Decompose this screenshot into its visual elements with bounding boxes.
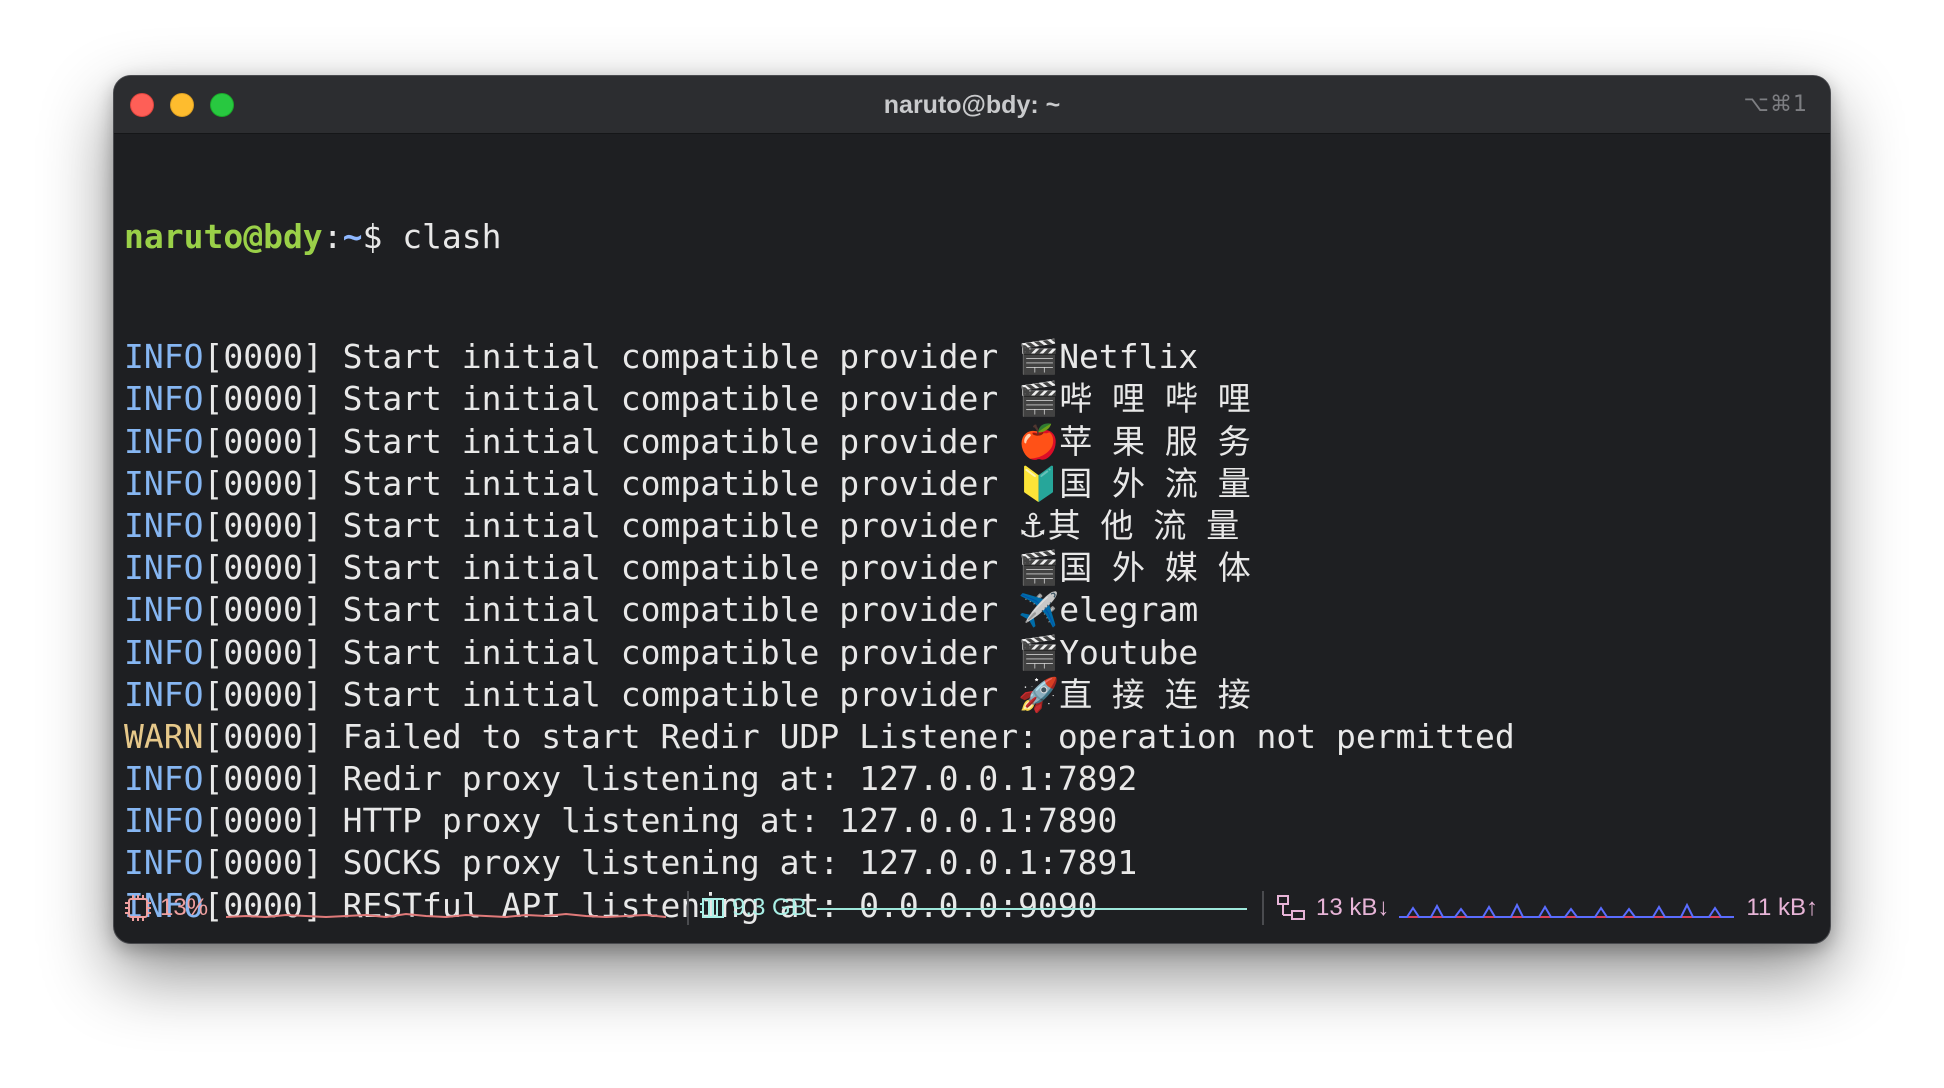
log-message: Start initial compatible provider bbox=[342, 548, 1019, 588]
log-line: INFO[0000] Start initial compatible prov… bbox=[124, 505, 1820, 547]
provider-emoji-icon: ✈️ bbox=[1018, 590, 1060, 630]
log-line: INFO[0000] Redir proxy listening at: 127… bbox=[124, 758, 1820, 800]
log-level: INFO bbox=[124, 759, 204, 799]
provider-name: 苹 果 服 务 bbox=[1059, 421, 1251, 461]
log-line: INFO[0000] Start initial compatible prov… bbox=[124, 463, 1820, 505]
prompt-command: clash bbox=[402, 217, 502, 256]
provider-name: Netflix bbox=[1059, 337, 1199, 377]
provider-emoji-icon: 🔰 bbox=[1018, 463, 1060, 503]
log-code: [0000] bbox=[203, 716, 323, 756]
log-line: INFO[0000] Start initial compatible prov… bbox=[124, 421, 1820, 463]
status-bar: 13% 9.3 GB 13 kB↓ 11 kB↑ bbox=[114, 873, 1830, 943]
log-code: [0000] bbox=[203, 674, 323, 714]
log-code: [0000] bbox=[203, 759, 323, 799]
log-line: WARN[0000] Failed to start Redir UDP Lis… bbox=[124, 716, 1820, 758]
log-line: INFO[0000] Start initial compatible prov… bbox=[124, 589, 1820, 631]
window-shortcut: ⌥⌘1 bbox=[1743, 92, 1808, 117]
cpu-icon bbox=[124, 894, 152, 922]
log-code: [0000] bbox=[203, 379, 323, 419]
status-divider bbox=[687, 891, 689, 925]
provider-emoji-icon: 🍎 bbox=[1018, 421, 1060, 461]
log-line: INFO[0000] Start initial compatible prov… bbox=[124, 674, 1820, 716]
provider-name: elegram bbox=[1059, 590, 1199, 630]
status-divider bbox=[1262, 891, 1264, 925]
provider-emoji-icon: 🎬 bbox=[1018, 337, 1060, 377]
log-message: Start initial compatible provider bbox=[342, 590, 1019, 630]
log-level: INFO bbox=[124, 463, 204, 503]
log-message: Start initial compatible provider bbox=[342, 505, 1019, 545]
prompt-separator: : bbox=[322, 217, 343, 256]
cpu-usage: 13% bbox=[160, 894, 209, 921]
provider-emoji-icon: 🎬 bbox=[1018, 548, 1060, 588]
log-level: INFO bbox=[124, 505, 204, 545]
memory-segment[interactable]: 9.3 GB bbox=[700, 873, 1247, 943]
provider-name: 国 外 媒 体 bbox=[1059, 548, 1251, 588]
log-code: [0000] bbox=[203, 505, 323, 545]
log-level: INFO bbox=[124, 632, 204, 672]
prompt-symbol: $ bbox=[362, 217, 383, 256]
provider-emoji-icon: 🚀 bbox=[1018, 674, 1060, 714]
log-message: Start initial compatible provider bbox=[342, 379, 1019, 419]
log-code: [0000] bbox=[203, 590, 323, 630]
log-message: Redir proxy listening at: 127.0.0.1:7892 bbox=[342, 759, 1138, 799]
network-icon bbox=[1276, 894, 1306, 922]
log-message: Start initial compatible provider bbox=[342, 463, 1019, 503]
log-code: [0000] bbox=[203, 632, 323, 672]
log-level: INFO bbox=[124, 801, 204, 841]
memory-icon bbox=[700, 896, 726, 920]
cpu-segment[interactable]: 13% bbox=[124, 873, 667, 943]
provider-name: 国 外 流 量 bbox=[1059, 463, 1251, 503]
log-line: INFO[0000] Start initial compatible prov… bbox=[124, 632, 1820, 674]
log-line: INFO[0000] HTTP proxy listening at: 127.… bbox=[124, 800, 1820, 842]
memory-sparkline bbox=[816, 908, 1247, 910]
log-code: [0000] bbox=[203, 421, 323, 461]
prompt-user-host: naruto@bdy bbox=[124, 217, 323, 256]
provider-emoji-icon: ⚓ bbox=[1018, 505, 1048, 545]
terminal-output[interactable]: naruto@bdy:~$ clash INFO[0000] Start ini… bbox=[124, 138, 1820, 925]
log-level: INFO bbox=[124, 337, 204, 377]
provider-emoji-icon: 🎬 bbox=[1018, 632, 1060, 672]
log-line: INFO[0000] Start initial compatible prov… bbox=[124, 547, 1820, 589]
provider-name: 直 接 连 接 bbox=[1059, 674, 1251, 714]
prompt-line: naruto@bdy:~$ clash bbox=[124, 216, 1820, 258]
cpu-sparkline bbox=[226, 912, 667, 919]
provider-name: 哔 哩 哔 哩 bbox=[1059, 379, 1251, 419]
log-code: [0000] bbox=[203, 463, 323, 503]
log-message: Start initial compatible provider bbox=[342, 674, 1019, 714]
prompt-path: ~ bbox=[342, 217, 363, 256]
log-message: Start initial compatible provider bbox=[342, 632, 1019, 672]
network-segment[interactable]: 13 kB↓ 11 kB↑ bbox=[1276, 873, 1818, 943]
memory-usage: 9.3 GB bbox=[732, 894, 807, 921]
log-level: INFO bbox=[124, 421, 204, 461]
log-message: Start initial compatible provider bbox=[342, 337, 1019, 377]
log-line: INFO[0000] Start initial compatible prov… bbox=[124, 336, 1820, 378]
provider-emoji-icon: 🎬 bbox=[1018, 379, 1060, 419]
log-level: INFO bbox=[124, 379, 204, 419]
terminal-window: naruto@bdy: ~ ⌥⌘1 naruto@bdy:~$ clash IN… bbox=[113, 75, 1831, 944]
log-level: WARN bbox=[124, 716, 204, 756]
log-level: INFO bbox=[124, 548, 204, 588]
log-message: Start initial compatible provider bbox=[342, 421, 1019, 461]
log-level: INFO bbox=[124, 674, 204, 714]
log-code: [0000] bbox=[203, 548, 323, 588]
log-level: INFO bbox=[124, 590, 204, 630]
provider-name: 其 他 流 量 bbox=[1047, 505, 1240, 545]
log-message: Failed to start Redir UDP Listener: oper… bbox=[342, 716, 1515, 756]
provider-name: Youtube bbox=[1059, 632, 1199, 672]
network-sparkline bbox=[1399, 902, 1735, 918]
title-bar[interactable]: naruto@bdy: ~ ⌥⌘1 bbox=[114, 76, 1830, 134]
network-upload: 11 kB↑ bbox=[1746, 894, 1818, 921]
log-message: HTTP proxy listening at: 127.0.0.1:7890 bbox=[342, 801, 1118, 841]
network-download: 13 kB↓ bbox=[1316, 894, 1390, 921]
log-line: INFO[0000] Start initial compatible prov… bbox=[124, 378, 1820, 420]
log-code: [0000] bbox=[203, 337, 323, 377]
window-title: naruto@bdy: ~ bbox=[883, 91, 1061, 119]
log-lines: INFO[0000] Start initial compatible prov… bbox=[124, 336, 1820, 927]
log-code: [0000] bbox=[203, 801, 323, 841]
